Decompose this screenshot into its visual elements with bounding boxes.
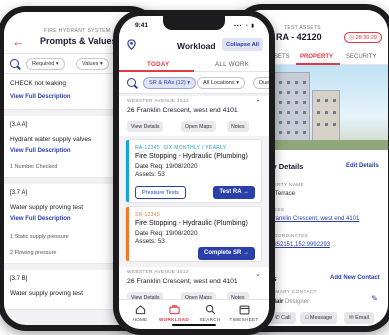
work-card-ra[interactable]: RA-12345 SIX-MONTHLY / YEARLY Fire Stopp… [125, 139, 262, 203]
filter-bar: SR & RAs (12) ▾ All Locations ▾ Due [119, 72, 269, 94]
tab-property[interactable]: PROPERTY [300, 54, 333, 60]
prompt-text: Water supply proving test [10, 290, 84, 297]
chevron-up-icon[interactable]: ⌃ [255, 99, 261, 107]
workload-screen: 9:41 ▪▪▪ ◔ ▮ Workload Collapse All TODAY… [119, 16, 269, 329]
bottom-nav: HOME WORKLOAD SEARCH TIMESHEET [119, 299, 269, 329]
status-time: 9:41 [135, 22, 149, 29]
card-assets: Assets: 53 [135, 171, 165, 178]
page-title: Prompts & Values [40, 36, 117, 46]
message-button[interactable]: □ Message [300, 312, 338, 324]
search-icon[interactable] [10, 59, 19, 68]
building-image [274, 72, 310, 150]
filter-sr-ras[interactable]: SR & RAs (12) ▾ [143, 77, 197, 89]
field-label: COORDINATES [270, 234, 309, 239]
workload-tabs: TODAY ALL WORK [119, 56, 269, 72]
view-description-link[interactable]: View Full Description [10, 94, 71, 100]
tab-today[interactable]: TODAY [147, 61, 169, 68]
calendar-icon [239, 305, 249, 315]
details-heading: ty Details [270, 162, 304, 171]
phone-workload: 9:41 ▪▪▪ ◔ ▮ Workload Collapse All TODAY… [113, 10, 275, 335]
tab-security[interactable]: SECURITY [346, 54, 376, 60]
pressure-tests-button[interactable]: Pressure Tests [135, 186, 186, 199]
prompt-tag: [3.A A] [10, 122, 28, 128]
prompt-meta: 1 Number Checked [10, 164, 58, 170]
address-link[interactable]: Franklin Crescent, west end 4101 [270, 216, 359, 222]
contact-name: Blair Designer [270, 299, 310, 305]
home-indicator [172, 323, 216, 326]
prompt-meta: 2 Flowing pressure [10, 250, 57, 256]
view-description-link[interactable]: View Full Description [10, 216, 71, 222]
field-label: RIMARY CONTACT [270, 290, 317, 295]
filter-values[interactable]: Values ▾ [76, 58, 109, 70]
nav-workload[interactable]: WORKLOAD [159, 304, 189, 322]
page-title: Workload [177, 41, 216, 51]
briefcase-icon [168, 305, 180, 315]
card-code: SR-12345 [135, 212, 160, 218]
site-street: WEBSTER AVENUE 1512 [127, 270, 189, 275]
complete-sr-button[interactable]: Complete SR → [197, 247, 255, 260]
card-status-bar [126, 140, 129, 202]
card-job-name: Fire Stopping - Hydraulic (Plumbing) [135, 153, 248, 160]
filter-locations[interactable]: All Locations ▾ [197, 77, 246, 89]
site-street: WEBSTER AVENUE 1512 [127, 99, 189, 104]
work-card-sr[interactable]: SR-12345 Fire Stopping - Hydraulic (Plum… [125, 206, 262, 262]
prompt-tag: [3.7 A] [10, 190, 28, 196]
open-maps-button[interactable]: Open Maps [181, 121, 216, 132]
prompt-tag: [3.7 B] [10, 276, 28, 282]
add-contact-link[interactable]: Add New Contact [330, 275, 380, 281]
card-date: Date Req: 19/08/2020 [135, 163, 198, 170]
nav-timesheet[interactable]: TIMESHEET [229, 304, 259, 322]
coordinates-link[interactable]: 4852151,152.9992293 [270, 242, 330, 248]
header-subtitle: TEST ASSETS [284, 25, 321, 31]
back-arrow-icon[interactable]: ← [12, 34, 25, 49]
card-status-bar [126, 207, 129, 261]
field-label: PERTY NAME [270, 183, 305, 188]
page-title: RA - 42120 [276, 32, 322, 42]
prompt-text: Water supply proving test [10, 204, 84, 211]
email-button[interactable]: ✉ Email [344, 312, 374, 324]
status-icons: ▪▪▪ ◔ ▮ [234, 23, 255, 29]
edit-pencil-icon[interactable]: ✎ [371, 294, 378, 303]
site-address: 26 Franklin Crescent, west end 4101 [127, 107, 238, 114]
filter-due[interactable]: Due [253, 77, 269, 89]
stage: ← FIRE HYDRANT SYSTEM Prompts & Values R… [0, 0, 389, 335]
system-name: FIRE HYDRANT SYSTEM [44, 28, 111, 34]
notch [163, 16, 225, 30]
card-job-name: Fire Stopping - Hydraulic (Plumbing) [135, 220, 248, 227]
timer-badge: ◷ 28:30:29 [344, 32, 382, 43]
search-icon [205, 304, 215, 315]
view-description-link[interactable]: View Full Description [10, 148, 71, 154]
home-icon [135, 305, 145, 315]
card-assets: Assets: 53 [135, 238, 165, 245]
notes-button[interactable]: Notes [227, 121, 249, 132]
test-ra-button[interactable]: Test RA → [213, 186, 255, 199]
search-icon[interactable] [127, 78, 136, 87]
nav-search[interactable]: SEARCH [195, 304, 225, 322]
tab-all-work[interactable]: ALL WORK [215, 61, 249, 68]
workload-header: Workload Collapse All [119, 34, 269, 56]
nav-home[interactable]: HOME [125, 304, 155, 322]
location-pin-icon[interactable] [127, 39, 136, 50]
card-code: RA-12345 SIX-MONTHLY / YEARLY [135, 145, 227, 151]
chevron-down-icon[interactable]: ⌄ [255, 270, 261, 278]
site-group: WEBSTER AVENUE 1512 26 Franklin Crescent… [119, 96, 269, 136]
prompt-text: Hydrant water supply valves [10, 136, 92, 143]
collapse-all-button[interactable]: Collapse All [222, 38, 263, 51]
card-date: Date Req: 19/08/2020 [135, 230, 198, 237]
filter-required[interactable]: Required ▾ [26, 58, 65, 70]
view-details-button[interactable]: View Details [127, 121, 164, 132]
edit-details-link[interactable]: Edit Details [346, 163, 379, 169]
prompt-meta: 1 Static supply pressure [10, 234, 69, 240]
prompt-text: CHECK not leaking [10, 80, 66, 87]
site-address: 26 Franklin Crescent, west end 4101 [127, 278, 238, 285]
